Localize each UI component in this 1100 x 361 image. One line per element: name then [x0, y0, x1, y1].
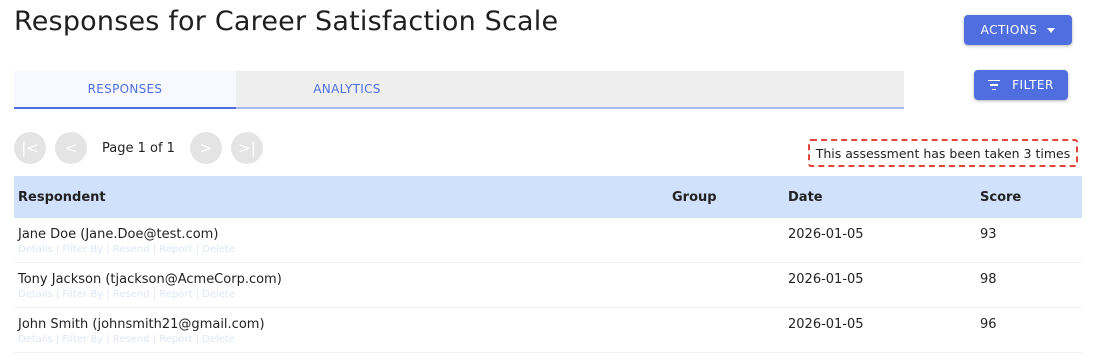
- response-date: 2026-01-05: [788, 227, 864, 242]
- row-action-links[interactable]: Details | Filter By | Resend | Report | …: [18, 244, 235, 255]
- chevron-right-icon: >: [199, 139, 213, 157]
- filter-button-label: FILTER: [1012, 78, 1054, 92]
- page-indicator: Page 1 of 1: [102, 140, 175, 156]
- table-row[interactable]: Tony Jackson (tjackson@AcmeCorp.com) Det…: [14, 263, 1082, 308]
- header-date[interactable]: Date: [788, 190, 823, 205]
- table-row[interactable]: Jane Doe (Jane.Doe@test.com) Details | F…: [14, 218, 1082, 263]
- respondent-name: John Smith (johnsmith21@gmail.com): [18, 317, 265, 332]
- response-score: 96: [980, 317, 997, 332]
- actions-button-label: ACTIONS: [980, 23, 1038, 37]
- row-action-links[interactable]: Details | Filter By | Resend | Report | …: [18, 289, 235, 300]
- tab-analytics[interactable]: ANALYTICS: [236, 71, 458, 107]
- last-page-icon: >|: [238, 139, 256, 157]
- filter-button[interactable]: FILTER: [974, 70, 1068, 100]
- response-score: 98: [980, 272, 997, 287]
- respondent-name: Jane Doe (Jane.Doe@test.com): [18, 227, 219, 242]
- page-title: Responses for Career Satisfaction Scale: [14, 6, 559, 37]
- previous-page-button[interactable]: <: [55, 132, 87, 164]
- last-page-button[interactable]: >|: [230, 132, 263, 164]
- table-row[interactable]: John Smith (johnsmith21@gmail.com) Detai…: [14, 308, 1082, 353]
- tab-bar: RESPONSES ANALYTICS: [14, 71, 904, 109]
- row-action-links[interactable]: Details | Filter By | Resend | Report | …: [18, 334, 235, 345]
- first-page-button[interactable]: |<: [14, 132, 46, 164]
- pagination: |< < Page 1 of 1 > >|: [14, 132, 263, 164]
- header-respondent[interactable]: Respondent: [18, 190, 106, 205]
- assessment-count-notice: This assessment has been taken 3 times: [808, 139, 1078, 167]
- actions-button[interactable]: ACTIONS: [964, 15, 1072, 45]
- response-date: 2026-01-05: [788, 272, 864, 287]
- tab-responses[interactable]: RESPONSES: [14, 71, 236, 109]
- chevron-left-icon: <: [64, 139, 78, 157]
- next-page-button[interactable]: >: [189, 132, 222, 164]
- header-score[interactable]: Score: [980, 190, 1021, 205]
- response-score: 93: [980, 227, 997, 242]
- filter-icon: [988, 79, 1001, 91]
- responses-table: Respondent Group Date Score Jane Doe (Ja…: [14, 176, 1082, 353]
- table-header: Respondent Group Date Score: [14, 176, 1082, 218]
- caret-down-icon: [1047, 27, 1056, 33]
- respondent-name: Tony Jackson (tjackson@AcmeCorp.com): [18, 272, 282, 287]
- first-page-icon: |<: [21, 139, 39, 157]
- header-group[interactable]: Group: [672, 190, 717, 205]
- response-date: 2026-01-05: [788, 317, 864, 332]
